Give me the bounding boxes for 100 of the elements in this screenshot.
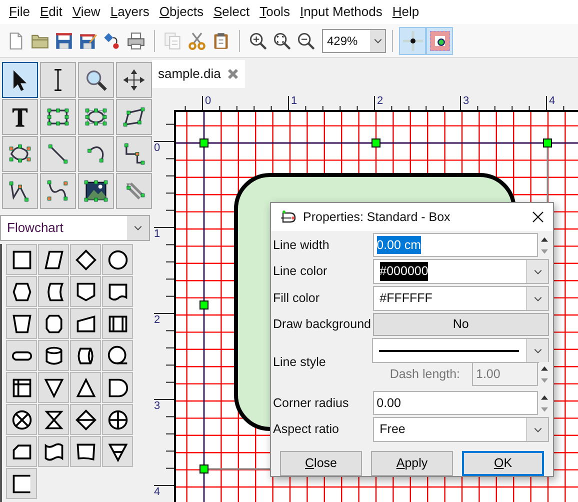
dropdown-button[interactable] [370, 30, 385, 52]
ruler-label: 3 [463, 96, 470, 107]
shape-button[interactable] [102, 308, 133, 339]
selection-handle[interactable] [200, 300, 208, 310]
shape-button[interactable] [38, 308, 69, 339]
menu-item[interactable]: Select [208, 0, 255, 24]
menu-item[interactable]: Objects [154, 0, 208, 24]
tool-button[interactable] [2, 136, 38, 172]
tool-button[interactable] [116, 136, 152, 172]
menu-item[interactable]: View [67, 0, 106, 24]
hourglass-icon [42, 408, 64, 430]
ruler-label: 2 [154, 315, 160, 326]
shape-button[interactable] [6, 276, 37, 307]
menu-item[interactable]: Input Methods [294, 0, 388, 24]
triangle-down-icon [42, 376, 64, 398]
ruler-label: 1 [154, 229, 160, 240]
connection-point-icon [430, 30, 450, 50]
field-label: Aspect ratio [273, 421, 340, 438]
shape-button[interactable] [6, 436, 37, 467]
shape-button[interactable] [102, 340, 133, 371]
shape-button[interactable] [38, 372, 69, 403]
shape-button[interactable] [70, 340, 101, 371]
tool-button[interactable] [78, 99, 114, 135]
split-diamond-icon [74, 408, 96, 430]
shape-button[interactable] [38, 276, 69, 307]
floppy-pencil-icon [79, 32, 97, 50]
shape-button[interactable] [6, 340, 37, 371]
shape-button[interactable] [102, 244, 133, 275]
tool-button[interactable] [116, 99, 152, 135]
field-label: Dash length: [390, 366, 460, 383]
punched-tape-icon [42, 440, 64, 462]
triangle-up-icon [540, 366, 548, 370]
close-button[interactable] [531, 210, 545, 224]
shape-button[interactable] [102, 372, 133, 403]
shape-button[interactable] [70, 244, 101, 275]
shape-button[interactable] [70, 276, 101, 307]
tool-button[interactable] [78, 62, 114, 98]
dialog-button[interactable]: Apply [371, 451, 453, 476]
selection-handle[interactable] [543, 138, 552, 148]
shape-button[interactable] [6, 308, 37, 339]
circle-icon [106, 248, 128, 270]
tool-button[interactable] [2, 173, 38, 209]
image-icon [83, 178, 109, 204]
line-style-dropdown[interactable] [372, 338, 549, 363]
shape-button[interactable] [38, 340, 69, 371]
spin-up-button[interactable] [539, 362, 549, 374]
shape-button[interactable] [102, 436, 133, 467]
shape-button[interactable] [70, 372, 101, 403]
shape-button[interactable] [102, 404, 133, 435]
bracket-icon [10, 472, 32, 494]
internal-storage-icon [10, 376, 32, 398]
ruler-label: 0 [205, 96, 212, 107]
tool-button[interactable] [78, 136, 114, 172]
toggle-button[interactable]: No [372, 313, 549, 336]
tool-button[interactable] [2, 62, 38, 98]
shape-button[interactable] [6, 244, 37, 275]
triangle-up-icon [540, 236, 548, 242]
tool-button[interactable] [40, 173, 76, 209]
menu-item[interactable]: Tools [254, 0, 295, 24]
shape-button[interactable] [38, 436, 69, 467]
selection-handle[interactable] [372, 138, 380, 148]
dialog-button[interactable]: Close [280, 451, 362, 476]
field-label: Line style [273, 354, 327, 372]
shape-button[interactable] [70, 404, 101, 435]
tool-button[interactable] [40, 62, 76, 98]
printer-icon [127, 32, 145, 50]
tool-button[interactable] [40, 99, 76, 135]
rectangle-icon [10, 248, 32, 270]
menu-item[interactable]: File [4, 0, 35, 24]
zoom-in-icon [249, 32, 267, 50]
shape-button[interactable] [70, 308, 101, 339]
number-field[interactable]: 0.00 cm [372, 233, 538, 257]
ruler-label: 0 [154, 143, 160, 154]
dialog-button[interactable]: OK [462, 451, 544, 476]
menu-item[interactable]: Edit [34, 0, 68, 24]
zoom-dropdown[interactable]: 429% [322, 28, 386, 52]
scissors-icon [188, 32, 206, 50]
tool-button[interactable] [78, 173, 114, 209]
selection-handle[interactable] [200, 464, 208, 474]
shape-button[interactable] [38, 244, 69, 275]
triangle-up-icon [540, 394, 548, 400]
shape-button[interactable] [102, 276, 133, 307]
shape-button[interactable] [70, 436, 101, 467]
selection-handle[interactable] [200, 138, 208, 148]
shape-button[interactable] [6, 468, 37, 499]
document-tab[interactable]: sample.dia [152, 60, 245, 88]
tool-button[interactable] [2, 99, 38, 135]
shape-button[interactable] [6, 404, 37, 435]
close-icon[interactable] [226, 68, 239, 80]
number-field[interactable]: 0.00 [372, 391, 538, 415]
toggle-button[interactable] [426, 26, 453, 54]
menu-item[interactable]: Help [387, 0, 424, 24]
tool-button[interactable] [116, 62, 152, 98]
move-icon [121, 67, 147, 93]
shape-button[interactable] [6, 372, 37, 403]
circle-plus-icon [106, 408, 128, 430]
menu-item[interactable]: Layers [105, 0, 154, 24]
toggle-button[interactable] [399, 26, 426, 54]
shape-button[interactable] [38, 404, 69, 435]
shape-properties-icon [281, 210, 297, 224]
